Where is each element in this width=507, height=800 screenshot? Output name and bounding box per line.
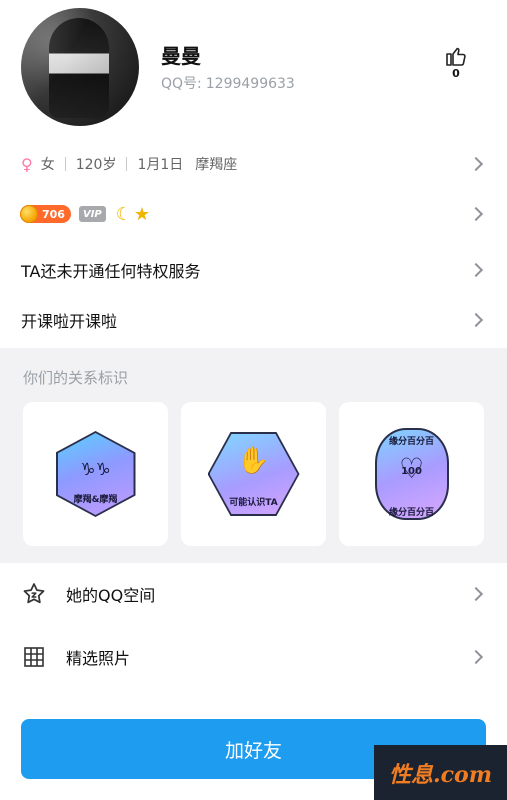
fate-label-top: 缘分百分百 (388, 437, 434, 447)
qq-number: QQ号: 1299499633 (161, 73, 295, 93)
privilege-row[interactable]: TA还未开通任何特权服务 (0, 256, 507, 284)
chevron-right-icon (468, 206, 484, 222)
relation-card-fate[interactable]: 缘分百分百 ♡ 100 缘分百分百 (339, 402, 484, 546)
level-number: 706 (42, 207, 65, 221)
chevron-right-icon (468, 262, 484, 278)
age-text: 120岁 (75, 157, 117, 173)
relation-label: 摩羯&摩羯 (73, 495, 118, 505)
chevron-right-icon (468, 312, 484, 328)
privilege-text: TA还未开通任何特权服务 (21, 262, 201, 281)
zodiac-text: 摩羯座 (195, 157, 238, 173)
chevron-right-icon (468, 586, 484, 602)
qzone-label: 她的QQ空间 (66, 586, 156, 605)
signature-text: 开课啦开课啦 (21, 312, 118, 331)
photos-row[interactable]: 精选照片 (0, 637, 507, 677)
coin-icon (20, 205, 38, 223)
info-row[interactable]: ♀ 女 120岁 1月1日 摩羯座 (0, 150, 507, 178)
thumb-up-icon (446, 47, 466, 66)
relation-title: 你们的关系标识 (23, 369, 129, 387)
watermark-text: 性息.com (388, 761, 492, 788)
profile-name: 曼曼 (161, 44, 201, 68)
gender-text: 女 (40, 157, 55, 173)
moon-icon: ☾ (115, 203, 132, 225)
vip-badge: VIP (78, 206, 106, 222)
birthday-text: 1月1日 (137, 157, 184, 173)
wave-hand-icon: ✋ (237, 446, 270, 476)
fate-number: 100 (401, 466, 422, 477)
grid-icon (21, 644, 47, 670)
relation-section: 你们的关系标识 ♑♑ 摩羯&摩羯 ✋ 可能认识TA 缘分百分百 ♡ 100 缘分… (0, 348, 507, 563)
divider (64, 157, 66, 171)
profile-card: 曼曼 QQ号: 1299499633 0 ♀ 女 120岁 1月1日 摩羯座 70… (0, 0, 507, 348)
avatar[interactable] (21, 8, 139, 126)
watermark-logo: 性息.com (374, 745, 507, 800)
qzone-row[interactable]: 她的QQ空间 (0, 574, 507, 614)
level-badge: 706 (20, 205, 71, 223)
qq-value: 1299499633 (205, 76, 295, 92)
female-icon: ♀ (21, 154, 33, 174)
star-icon: ★ (133, 203, 151, 225)
like-count: 0 (452, 67, 460, 80)
star-outline-icon (21, 581, 47, 607)
capricorn-icon: ♑♑ (80, 460, 111, 480)
photos-label: 精选照片 (66, 649, 131, 668)
like-button[interactable]: 0 (441, 44, 471, 80)
chevron-right-icon (468, 649, 484, 665)
signature-row[interactable]: 开课啦开课啦 (0, 306, 507, 334)
divider (126, 157, 128, 171)
relation-label: 可能认识TA (229, 498, 278, 508)
relation-card-acquaintance[interactable]: ✋ 可能认识TA (181, 402, 326, 546)
relation-card-zodiac[interactable]: ♑♑ 摩羯&摩羯 (23, 402, 168, 546)
badge-row[interactable]: 706 VIP ☾ ★ (0, 200, 507, 228)
fate-label-bottom: 缘分百分百 (388, 508, 434, 518)
qq-label: QQ号: (161, 76, 202, 92)
chevron-right-icon (468, 156, 484, 172)
